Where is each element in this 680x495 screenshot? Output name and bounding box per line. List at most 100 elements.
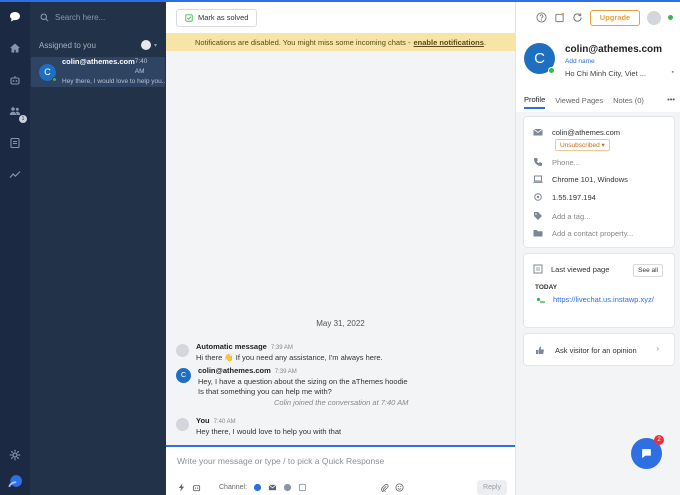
home-icon[interactable] [7, 40, 23, 56]
message-text: Hey, I have a question about the sizing … [198, 377, 408, 386]
tag-row[interactable]: Add a tag... [533, 211, 590, 221]
chat-widget-button[interactable]: 2 [631, 435, 664, 469]
message-time: 7:39 AM [274, 369, 297, 375]
laptop-icon [533, 175, 543, 183]
date-separator: May 31, 2022 [316, 319, 365, 328]
message-text: Hi there 👋 If you need any assistance, I… [196, 353, 383, 362]
attachment-icon[interactable] [380, 483, 389, 492]
archive-icon[interactable] [7, 135, 23, 151]
sms-channel-icon[interactable] [298, 483, 307, 492]
refresh-icon[interactable] [572, 12, 583, 23]
assigned-label: Assigned to you [39, 40, 96, 50]
chat-channel-icon[interactable] [253, 483, 262, 492]
channel-label: Channel: [219, 484, 248, 491]
visitor-location: Ho Chi Minh City, Viet ... [565, 69, 646, 78]
chat-item-time: 7:40 AM [134, 58, 148, 75]
search-icon [40, 13, 49, 22]
users-badge: 1 [19, 115, 27, 123]
chevron-right-icon[interactable]: › [656, 344, 659, 353]
online-status-dot [668, 15, 673, 20]
enable-notifications-link[interactable]: enable notifications [414, 38, 484, 47]
ip-row: 1.55.197.194 [533, 192, 596, 202]
message-input[interactable]: Write your message or type / to pick a Q… [177, 456, 384, 466]
thumbs-icon [536, 346, 544, 354]
nav-rail: 1 [0, 2, 30, 495]
chat-bubble-icon[interactable] [7, 9, 23, 25]
visitor-avatar: C [176, 368, 191, 383]
tab-profile[interactable]: Profile [524, 95, 546, 109]
assigned-avatar-toggle[interactable] [140, 40, 151, 50]
tab-viewed-pages[interactable]: Viewed Pages [555, 96, 603, 108]
message-time: 7:40 AM [213, 419, 236, 425]
visitor-avatar-large: C [524, 43, 555, 74]
email-icon [533, 128, 543, 136]
phone-row[interactable]: Phone... [533, 157, 580, 167]
property-row[interactable]: Add a contact property... [533, 228, 633, 238]
message-time: 7:39 AM [270, 345, 293, 351]
visitor-ip: 1.55.197.194 [552, 192, 596, 202]
system-note: Colin joined the conversation at 7:40 AM [274, 398, 409, 407]
help-icon[interactable] [536, 12, 547, 23]
chat-bubble-icon [642, 449, 651, 459]
chat-search[interactable]: Search here... [30, 2, 166, 33]
chat-item-preview: Hey there, I would love to help you... [62, 78, 165, 85]
tab-notes[interactable]: Notes (0) [613, 96, 644, 108]
phone-icon [534, 158, 542, 166]
conversation-toolbar: Mark as solved [166, 2, 515, 33]
add-name-link[interactable]: Add name [565, 58, 595, 65]
message-text: Hey there, I would love to help you with… [196, 427, 342, 436]
bot-icon[interactable] [7, 72, 23, 88]
today-label: TODAY [535, 284, 558, 291]
phone-field[interactable]: Phone... [552, 158, 580, 167]
emoji-icon[interactable] [395, 483, 404, 492]
add-property-field[interactable]: Add a contact property... [552, 229, 633, 238]
add-tag-field[interactable]: Add a tag... [552, 212, 590, 221]
message-agent: You 7:40 AM Hey there, I would love to he… [176, 416, 341, 437]
page-icon [533, 264, 543, 274]
reply-button[interactable]: Reply [477, 480, 507, 495]
see-all-button[interactable]: See all [633, 264, 663, 277]
unread-badge: 2 [654, 435, 664, 445]
profile-tabs: Profile Viewed Pages Notes (0) ••• [524, 89, 675, 109]
last-viewed-card: Last viewed page See all TODAY https://l… [524, 254, 674, 327]
search-placeholder[interactable]: Search here... [55, 13, 105, 22]
message-composer: Write your message or type / to pick a Q… [166, 445, 515, 495]
lightning-icon[interactable] [177, 483, 186, 492]
assigned-filter[interactable]: Assigned to you ▾ [30, 33, 166, 57]
online-dot [548, 67, 555, 74]
notifications-icon[interactable] [554, 12, 565, 23]
user-avatar[interactable] [647, 10, 661, 25]
visitor-path-icon [536, 297, 545, 303]
subscription-dropdown[interactable]: Unsubscribed ▾ [555, 139, 610, 151]
settings-gear-icon[interactable] [7, 447, 23, 463]
message-text: Is that something you can help me with? [198, 387, 332, 396]
conversation-panel: Mark as solved Notifications are disable… [166, 2, 515, 495]
email-row: colin@athemes.com [533, 127, 620, 137]
mark-solved-label: Mark as solved [198, 13, 249, 22]
chat-avatar: C [39, 63, 57, 82]
brand-logo-icon[interactable] [7, 473, 23, 489]
bot-icon[interactable] [192, 483, 201, 492]
folder-icon [533, 230, 543, 237]
visitor-name: colin@athemes.com [565, 44, 663, 55]
chevron-down-icon[interactable]: ▾ [154, 42, 157, 49]
mark-solved-button[interactable]: Mark as solved [176, 8, 258, 27]
checkbox-check-icon [185, 13, 193, 22]
visitor-details-panel: Upgrade C colin@athemes.com Add name Ho … [515, 2, 680, 495]
email-channel-icon[interactable] [268, 483, 277, 492]
agent-avatar [176, 418, 189, 431]
viewed-page-link[interactable]: https://livechat.us.instawp.xyz/ [553, 295, 658, 305]
chat-list-item[interactable]: C colin@athemes.com 7:40 AM Hey there, I … [31, 57, 165, 87]
reports-icon[interactable] [7, 166, 23, 182]
ask-opinion-card[interactable]: Ask visitor for an opinion › [524, 334, 674, 365]
message-visitor: C colin@athemes.com 7:39 AM Hey, I have a… [176, 366, 408, 397]
ask-opinion-label: Ask visitor for an opinion [555, 345, 637, 355]
online-dot [52, 76, 57, 82]
flag-icon: ▪ [671, 69, 674, 76]
message-author: You [196, 416, 210, 425]
more-options-icon[interactable]: ••• [667, 95, 675, 104]
top-header: Upgrade [516, 2, 680, 33]
upgrade-button[interactable]: Upgrade [590, 9, 640, 26]
browser-row: Chrome 101, Windows [533, 174, 628, 184]
messenger-channel-icon[interactable] [283, 483, 292, 492]
